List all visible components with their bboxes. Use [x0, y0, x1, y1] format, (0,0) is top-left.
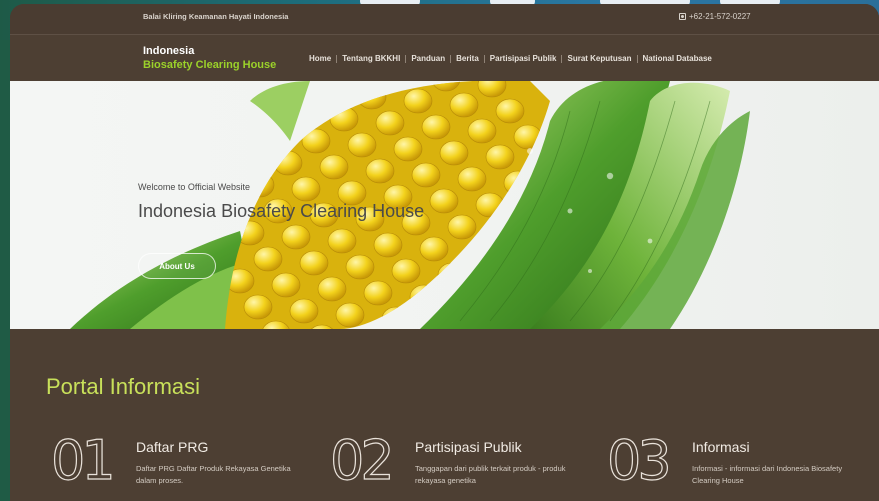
hero-banner: Welcome to Official Website Indonesia Bi… [10, 81, 879, 329]
nav-menu: Home Tentang BKKHI Panduan Berita Partis… [309, 54, 712, 63]
nav-item-surat-keputusan[interactable]: Surat Keputusan [567, 54, 631, 63]
card-description: Tanggapan dari publik terkait produk - p… [415, 464, 566, 485]
portal-section: Portal Informasi 01 Daftar PRG Daftar PR… [10, 329, 879, 501]
nav-item-home[interactable]: Home [309, 54, 331, 63]
hero-title: Indonesia Biosafety Clearing House [138, 201, 425, 221]
portal-card-daftar-prg[interactable]: 01 Daftar PRG Daftar PRG Daftar Produk R… [50, 429, 321, 501]
nav-separator [405, 54, 407, 63]
logo-line-2: Biosafety Clearing House [143, 59, 277, 71]
main-navigation: Indonesia Biosafety Clearing House Home … [10, 35, 879, 81]
nav-item-panduan[interactable]: Panduan [411, 54, 445, 63]
nav-separator [561, 54, 563, 63]
card-title[interactable]: Partisipasi Publik [415, 439, 522, 455]
nav-item-partisipasi-publik[interactable]: Partisipasi Publik [490, 54, 557, 63]
logo-line-1: Indonesia [143, 45, 195, 57]
phone-icon [679, 13, 686, 20]
site-logo[interactable]: Indonesia Biosafety Clearing House [143, 45, 276, 72]
card-number: 01 [50, 429, 116, 492]
nav-item-national-database[interactable]: National Database [643, 54, 712, 63]
nav-item-tentang-bkkhi[interactable]: Tentang BKKHI [342, 54, 400, 63]
portal-card-partisipasi-publik[interactable]: 02 Partisipasi Publik Tanggapan dari pub… [329, 429, 600, 501]
nav-separator [483, 54, 485, 63]
nav-separator [450, 54, 452, 63]
phone-contact[interactable]: +62-21-572-0227 [679, 12, 751, 21]
top-info-bar: Balai Kliring Keamanan Hayati Indonesia … [10, 4, 879, 34]
organization-name: Balai Kliring Keamanan Hayati Indonesia [143, 12, 289, 21]
nav-separator [636, 54, 638, 63]
browser-page: Balai Kliring Keamanan Hayati Indonesia … [10, 4, 879, 501]
about-us-button[interactable]: About Us [138, 253, 216, 279]
card-description: Daftar PRG Daftar Produk Rekayasa Geneti… [136, 464, 291, 485]
card-number: 03 [606, 429, 672, 492]
portal-title: Portal Informasi [46, 374, 201, 399]
hero-welcome-text: Welcome to Official Website [138, 182, 251, 192]
card-title[interactable]: Daftar PRG [136, 439, 208, 455]
nav-separator [336, 54, 338, 63]
card-description: Informasi - informasi dari Indonesia Bio… [692, 464, 843, 485]
card-number: 02 [329, 429, 395, 492]
phone-number: +62-21-572-0227 [689, 12, 751, 21]
portal-card-informasi[interactable]: 03 Informasi Informasi - informasi dari … [606, 429, 877, 501]
nav-item-berita[interactable]: Berita [456, 54, 479, 63]
card-title[interactable]: Informasi [692, 439, 750, 455]
